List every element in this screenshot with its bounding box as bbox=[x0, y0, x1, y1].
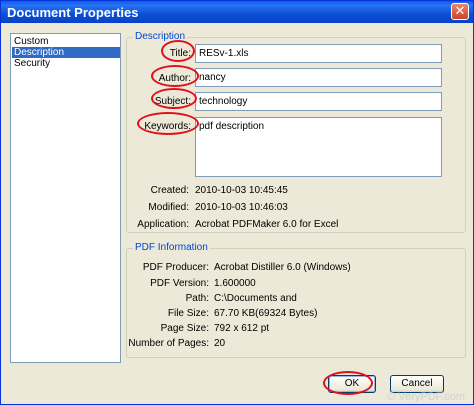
watermark: © VeryPDF.com bbox=[387, 391, 465, 403]
page-size-value: 792 x 612 pt bbox=[214, 323, 270, 334]
sidebar-item-description[interactable]: Description bbox=[12, 47, 120, 58]
sidebar-item-security[interactable]: Security bbox=[12, 58, 120, 69]
pdf-producer-label: PDF Producer: bbox=[142, 262, 209, 273]
title-input[interactable]: RESv-1.xls bbox=[195, 44, 442, 63]
subject-label: Subject: bbox=[154, 96, 191, 107]
page-size-label: Page Size: bbox=[160, 323, 209, 334]
number-of-pages-label: Number of Pages: bbox=[128, 338, 209, 349]
path-label: Path: bbox=[185, 293, 209, 304]
sidebar-item-custom[interactable]: Custom bbox=[12, 36, 120, 47]
file-size-label: File Size: bbox=[167, 308, 209, 319]
title-label: Title: bbox=[169, 48, 191, 59]
application-label: Application: bbox=[137, 219, 189, 230]
file-size-value: 67.70 KB(69324 Bytes) bbox=[214, 308, 318, 319]
pdf-version-label: PDF Version: bbox=[150, 278, 209, 289]
modified-value: 2010-10-03 10:46:03 bbox=[195, 202, 288, 213]
keywords-label: Keywords: bbox=[144, 121, 191, 132]
modified-label: Modified: bbox=[148, 202, 189, 213]
description-legend: Description bbox=[133, 31, 188, 42]
ok-button[interactable]: OK bbox=[328, 375, 376, 393]
pdf-producer-value: Acrobat Distiller 6.0 (Windows) bbox=[214, 262, 351, 273]
close-icon[interactable]: ✕ bbox=[451, 3, 469, 20]
author-label: Author: bbox=[158, 73, 191, 84]
window-title: Document Properties bbox=[7, 5, 139, 20]
pdf-version-value: 1.600000 bbox=[214, 278, 256, 289]
keywords-textarea[interactable]: pdf description bbox=[195, 117, 442, 177]
created-label: Created: bbox=[150, 185, 189, 196]
subject-input[interactable]: technology bbox=[195, 92, 442, 111]
pdf-information-legend: PDF Information bbox=[133, 242, 210, 253]
application-value: Acrobat PDFMaker 6.0 for Excel bbox=[195, 219, 339, 230]
author-input[interactable]: nancy bbox=[195, 68, 442, 87]
title-bar[interactable]: Document Properties ✕ bbox=[1, 1, 473, 23]
created-value: 2010-10-03 10:45:45 bbox=[195, 185, 288, 196]
path-value: C:\Documents and bbox=[214, 293, 297, 304]
document-properties-dialog: Document Properties ✕ Custom Description… bbox=[0, 0, 474, 405]
number-of-pages-value: 20 bbox=[214, 338, 226, 349]
